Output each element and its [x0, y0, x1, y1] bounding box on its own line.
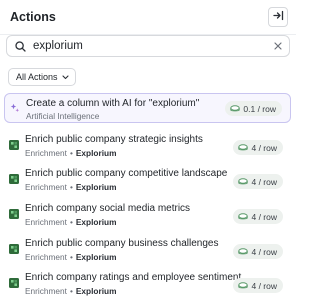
action-title: Enrich public company competitive landsc…: [25, 168, 228, 179]
price-label: 4 / row: [251, 246, 277, 257]
action-item[interactable]: Enrich public company business challenge…: [4, 237, 291, 267]
search-icon: [15, 40, 26, 52]
price-badge: 4 / row: [233, 244, 283, 259]
coins-icon: [230, 104, 241, 113]
price-label: 4 / row: [251, 142, 277, 153]
price-label: 0.1 / row: [243, 103, 276, 114]
clear-search-icon[interactable]: [273, 41, 283, 51]
action-meta: Enrichment • Explorium: [25, 217, 117, 227]
explorium-icon: [9, 275, 19, 288]
action-meta: Enrichment • Explorium: [25, 252, 117, 262]
actions-panel: Actions All Actions: [0, 0, 296, 300]
action-meta: Enrichment • Explorium: [25, 286, 117, 296]
action-title: Enrich public company strategic insights: [25, 134, 203, 145]
price-label: 4 / row: [251, 211, 277, 222]
action-category: Enrichment: [25, 286, 67, 296]
coins-icon: [238, 177, 249, 186]
chevron-down-icon: [61, 72, 69, 82]
action-category: Enrichment: [25, 217, 67, 227]
action-meta: Enrichment • Explorium: [25, 148, 117, 158]
action-item[interactable]: Enrich company ratings and employee sent…: [4, 271, 291, 300]
explorium-icon: [9, 171, 19, 184]
coins-icon: [238, 143, 249, 152]
all-actions-filter[interactable]: All Actions: [8, 68, 76, 86]
coins-icon: [238, 212, 249, 221]
action-title: Enrich public company business challenge…: [25, 238, 219, 249]
price-badge: 4 / row: [233, 209, 283, 224]
action-provider: Explorium: [75, 148, 117, 158]
panel-header: Actions: [0, 0, 296, 34]
action-category: Enrichment: [25, 148, 67, 158]
action-category: Enrichment: [25, 182, 67, 192]
price-badge: 4 / row: [233, 174, 283, 189]
search-input[interactable]: [33, 40, 273, 52]
coins-icon: [238, 281, 249, 290]
price-label: 4 / row: [251, 280, 277, 291]
search-box[interactable]: [6, 35, 290, 57]
action-category: Artificial Intelligence: [26, 111, 100, 121]
action-item[interactable]: Enrich public company strategic insights…: [4, 133, 291, 163]
explorium-icon: [9, 206, 19, 219]
action-provider: Explorium: [75, 286, 117, 296]
price-badge: 0.1 / row: [225, 101, 282, 116]
collapse-panel-button[interactable]: [268, 7, 288, 27]
sparkle-icon: [10, 100, 20, 112]
price-label: 4 / row: [251, 176, 277, 187]
action-provider: Explorium: [75, 252, 117, 262]
price-badge: 4 / row: [233, 140, 283, 155]
action-title: Enrich company ratings and employee sent…: [25, 272, 242, 283]
action-category: Enrichment: [25, 252, 67, 262]
action-title: Create a column with AI for "explorium": [26, 98, 200, 109]
action-provider: Explorium: [75, 182, 117, 192]
action-provider: Explorium: [75, 217, 117, 227]
action-title: Enrich company social media metrics: [25, 203, 191, 214]
panel-title: Actions: [10, 10, 56, 24]
ai-column-action[interactable]: Create a column with AI for "explorium" …: [4, 93, 291, 123]
action-meta: Enrichment • Explorium: [25, 182, 117, 192]
collapse-panel-icon: [272, 8, 284, 26]
action-item[interactable]: Enrich public company competitive landsc…: [4, 167, 291, 197]
explorium-icon: [9, 137, 19, 150]
price-badge: 4 / row: [233, 278, 283, 293]
coins-icon: [238, 247, 249, 256]
filter-label: All Actions: [16, 72, 58, 82]
action-item[interactable]: Enrich company social media metrics Enri…: [4, 202, 291, 232]
explorium-icon: [9, 241, 19, 254]
